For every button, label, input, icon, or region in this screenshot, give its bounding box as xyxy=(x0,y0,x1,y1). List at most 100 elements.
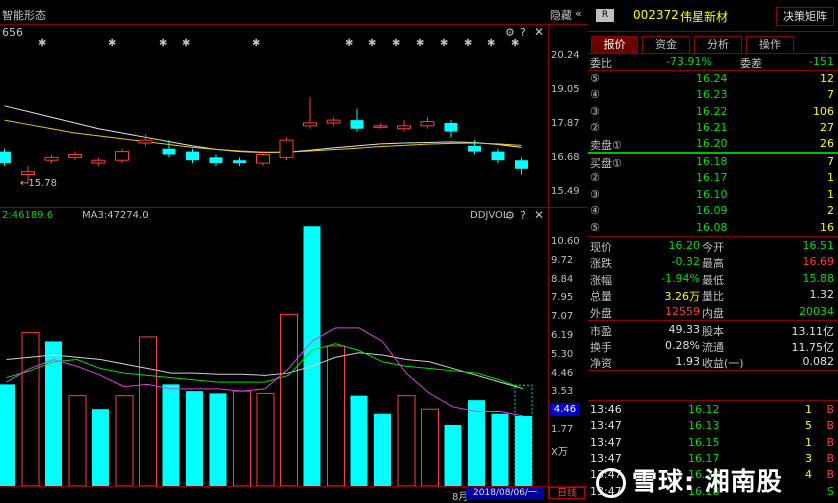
tab-analysis[interactable]: 分析 xyxy=(694,36,742,54)
stat-value: -1.94% xyxy=(661,271,700,285)
price-tick-label: 15.49 xyxy=(551,186,580,197)
volume-bar xyxy=(209,393,227,486)
kline-chart[interactable] xyxy=(0,24,548,208)
fund-label: 净资 xyxy=(590,357,612,371)
ask-row: ③ 16.22 106 xyxy=(588,104,838,120)
candle-body xyxy=(162,148,176,155)
stat-value: 16.51 xyxy=(802,239,835,252)
bid-volume: 16 xyxy=(820,220,834,234)
tick-price: 16.13 xyxy=(688,419,720,433)
indicator-name[interactable]: DDJVOL xyxy=(470,210,508,221)
help-icon[interactable]: ? xyxy=(520,209,526,222)
ask-price: 16.22 xyxy=(696,104,728,118)
tick-price: 16.15 xyxy=(688,435,720,449)
stat-row: 涨跌 -0.32 最高 16.69 xyxy=(588,254,838,270)
bid-volume: 7 xyxy=(827,155,834,168)
fund-row: 市盈 49.33 股本 13.11亿 xyxy=(588,322,838,338)
decision-matrix-button[interactable]: 决策矩阵 xyxy=(776,7,834,26)
bid-level-label: ④ xyxy=(590,204,600,218)
volume-bar xyxy=(233,390,251,486)
divider xyxy=(588,31,838,32)
candle-body xyxy=(326,119,341,124)
volume-bar xyxy=(350,395,368,486)
volume-bar xyxy=(491,413,509,486)
stock-name: 伟星新材 xyxy=(680,10,729,24)
tab-operate[interactable]: 操作 xyxy=(746,36,794,54)
volume-tick-label: 4.46 xyxy=(551,367,574,379)
bid-row: ④ 16.09 2 xyxy=(588,203,838,219)
candle-body xyxy=(0,151,11,164)
xueqiu-logo-icon xyxy=(596,468,626,498)
candle-body xyxy=(21,171,35,176)
stat-value: 16.69 xyxy=(802,255,835,269)
bid-volume: 1 xyxy=(827,171,834,185)
volume-bar xyxy=(92,409,109,486)
volume-bar xyxy=(468,400,485,486)
ask-level-label: ⑤ xyxy=(590,72,600,85)
volume-bar xyxy=(186,391,203,486)
tick-volume: 1 xyxy=(805,403,812,416)
kline-panel-title: 智能形态 xyxy=(2,9,46,22)
candle-body xyxy=(44,156,59,161)
ask-price: 16.24 xyxy=(696,72,728,85)
candle-body xyxy=(115,151,129,161)
stat-value: 20034 xyxy=(799,304,834,318)
stat-label: 内盘 xyxy=(702,306,724,320)
ask-volume: 27 xyxy=(820,120,834,134)
volume-tick-label: 5.30 xyxy=(551,348,574,360)
volume-chart[interactable] xyxy=(0,224,548,486)
current-volume-badge: 4.46 xyxy=(550,403,580,416)
fund-value: 1.93 xyxy=(675,355,701,369)
ask-row: 卖盘① 16.20 26 xyxy=(588,136,838,152)
candle-body xyxy=(303,122,317,127)
hide-label[interactable]: 隐藏 xyxy=(550,7,572,23)
volume-bar xyxy=(115,395,134,486)
tab-funds[interactable]: 资金 xyxy=(642,36,690,54)
volume-bar xyxy=(0,384,15,486)
price-tick-label: 16.68 xyxy=(551,151,580,163)
fund-label: 流通 xyxy=(702,341,724,355)
fund-row: 换手 0.28% 流通 11.75亿 xyxy=(588,338,838,354)
rzrq-badge: R xyxy=(596,9,614,22)
axis-divider xyxy=(548,24,549,500)
volume-bar xyxy=(421,408,439,486)
stat-label: 涨跌 xyxy=(590,257,612,271)
vol-ma3-label: MA3:47274.0 xyxy=(82,210,149,221)
bid-price: 16.10 xyxy=(696,187,728,201)
stat-label: 外盘 xyxy=(590,306,612,320)
weicha-label: 委差 xyxy=(740,57,762,70)
fund-value: 0.28% xyxy=(665,339,700,353)
stat-label: 现价 xyxy=(590,241,612,254)
hide-arrow-icon[interactable]: « xyxy=(575,7,582,20)
candle-body xyxy=(373,125,388,128)
stat-value: 12559 xyxy=(665,304,700,318)
tick-volume: 1 xyxy=(805,435,812,449)
stat-value: 1.32 xyxy=(809,288,835,302)
tick-volume: 5 xyxy=(805,419,812,433)
divider xyxy=(588,236,838,237)
ask-volume: 7 xyxy=(827,88,834,102)
candle-body xyxy=(186,151,199,161)
tick-side: B xyxy=(826,403,834,416)
volume-tick-label: 7.07 xyxy=(551,311,574,323)
weibi-value: -73.91% xyxy=(666,55,712,68)
bid-volume: 1 xyxy=(827,187,834,201)
stat-value: 15.88 xyxy=(802,271,835,285)
gear-icon[interactable]: ⚙ xyxy=(505,209,515,222)
ask-volume: 12 xyxy=(820,72,834,85)
fund-row: 净资 1.93 收益(一) 0.082 xyxy=(588,354,838,370)
tick-price: 16.12 xyxy=(688,403,720,416)
close-icon[interactable]: ✕ xyxy=(534,208,544,222)
volume-tick-label: 7.95 xyxy=(551,292,574,304)
fund-label: 换手 xyxy=(590,341,612,355)
candle-body xyxy=(233,160,246,164)
timeframe-button[interactable]: 日线 xyxy=(549,487,585,499)
volume-bar xyxy=(397,395,416,486)
stat-row: 总量 3.26万 量比 1.32 xyxy=(588,287,838,303)
bid-level-label: ⑤ xyxy=(590,220,600,234)
volume-bar xyxy=(256,392,275,486)
stat-row: 现价 16.20 今开 16.51 xyxy=(588,238,838,254)
weicha-value: -151 xyxy=(809,55,834,68)
ma1-line xyxy=(4,105,522,153)
tab-quote[interactable]: 报价 xyxy=(591,36,638,54)
